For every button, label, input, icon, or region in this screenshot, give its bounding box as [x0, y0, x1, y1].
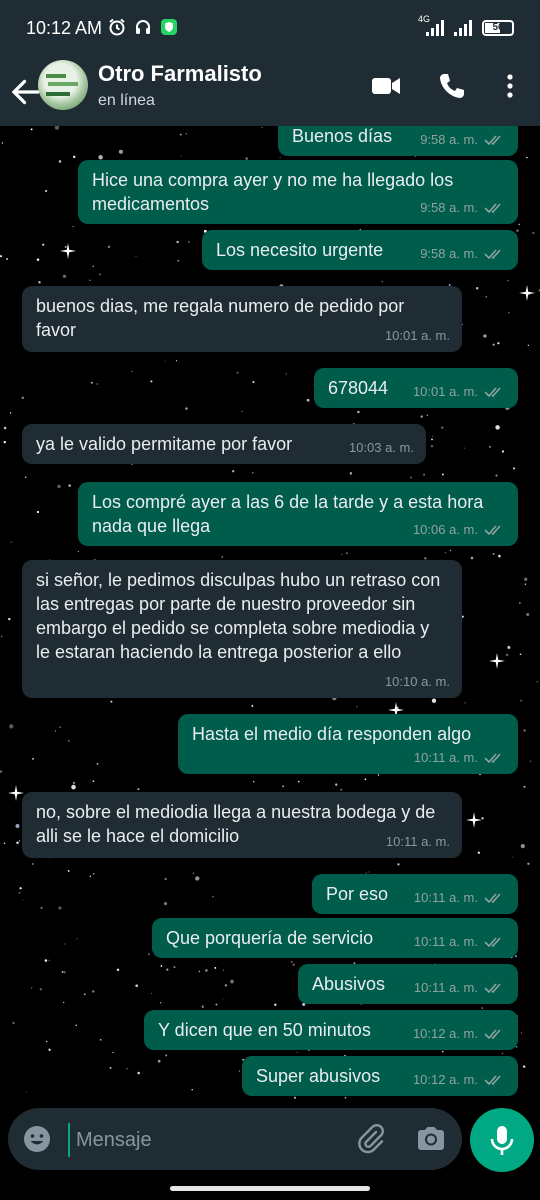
message-bubble-incoming[interactable]: no, sobre el mediodia llega a nuestra bo…: [22, 792, 462, 858]
chat-header: Otro Farmalisto en línea: [0, 60, 540, 126]
message-bubble-outgoing[interactable]: Hice una compra ayer y no me ha llegado …: [78, 160, 518, 224]
message-bubble-outgoing[interactable]: Los necesito urgente 9:58 a. m.: [202, 230, 518, 270]
phone-icon[interactable]: [436, 70, 468, 102]
message-time: 10:03 a. m.: [348, 440, 414, 455]
message-time: 10:01 a. m.: [384, 328, 450, 343]
headset-icon: [136, 20, 150, 34]
attach-icon[interactable]: [354, 1122, 388, 1156]
message-bubble-incoming[interactable]: buenos dias, me regala numero de pedido …: [22, 286, 462, 352]
read-ticks-icon: [484, 937, 501, 948]
message-bubble-outgoing[interactable]: Super abusivos 10:12 a. m.: [242, 1056, 518, 1096]
contact-name[interactable]: Otro Farmalisto: [98, 61, 262, 87]
emoji-icon[interactable]: [22, 1124, 52, 1154]
message-bubble-outgoing[interactable]: Hasta el medio día responden algo 10:11 …: [178, 714, 518, 774]
message-composer: [8, 1108, 462, 1170]
message-bubble-incoming[interactable]: si señor, le pedimos disculpas hubo un r…: [22, 560, 462, 698]
read-ticks-icon: [484, 983, 501, 994]
avatar[interactable]: [38, 60, 88, 110]
read-ticks-icon: [484, 135, 501, 146]
chat-area[interactable]: Buenos días 9:58 a. m. Hice una compra a…: [0, 126, 540, 1106]
camera-icon[interactable]: [414, 1122, 448, 1156]
network-type: 4G: [418, 14, 431, 24]
message-time: 9:58 a. m.: [420, 132, 478, 147]
message-text: Hasta el medio día responden algo: [192, 724, 472, 744]
read-ticks-icon: [484, 1075, 501, 1086]
message-input[interactable]: [68, 1123, 338, 1157]
message-bubble-outgoing[interactable]: 678044 10:01 a. m.: [314, 368, 518, 408]
message-bubble-outgoing[interactable]: Abusivos 10:11 a. m.: [298, 964, 518, 1004]
message-time: 10:06 a. m.: [412, 522, 478, 537]
read-ticks-icon: [484, 525, 501, 536]
battery-icon: 56: [482, 20, 514, 36]
shield-icon: [161, 19, 177, 35]
status-bar: 10:12 AM 4G 56: [0, 0, 540, 60]
presence-status: en línea: [98, 92, 155, 109]
message-time: 10:12 a. m.: [412, 1026, 478, 1041]
more-vert-icon[interactable]: [494, 70, 526, 102]
video-call-icon[interactable]: [370, 70, 402, 102]
mic-button[interactable]: [470, 1108, 534, 1172]
read-ticks-icon: [484, 893, 501, 904]
read-ticks-icon: [484, 387, 501, 398]
message-bubble-outgoing[interactable]: Buenos días 9:58 a. m.: [278, 126, 518, 156]
battery-percent: 56: [492, 22, 504, 33]
read-ticks-icon: [484, 249, 501, 260]
message-bubble-incoming[interactable]: ya le valido permitame por favor 10:03 a…: [22, 424, 426, 464]
message-bubble-outgoing[interactable]: Los compré ayer a las 6 de la tarde y a …: [78, 482, 518, 546]
message-time: 10:01 a. m.: [412, 384, 478, 399]
message-time: 10:11 a. m.: [413, 934, 478, 949]
mic-icon: [490, 1126, 514, 1155]
message-time: 10:11 a. m.: [385, 834, 450, 849]
alarm-icon: [109, 18, 125, 36]
message-time: 9:58 a. m.: [420, 200, 478, 215]
read-ticks-icon: [484, 203, 501, 214]
home-indicator: [170, 1186, 370, 1191]
message-bubble-outgoing[interactable]: Por eso 10:11 a. m.: [312, 874, 518, 914]
message-bubble-outgoing[interactable]: Y dicen que en 50 minutos 10:12 a. m.: [144, 1010, 518, 1050]
message-time: 9:58 a. m.: [420, 246, 478, 261]
read-ticks-icon: [484, 1029, 501, 1040]
status-time: 10:12 AM: [26, 18, 103, 38]
message-text: si señor, le pedimos disculpas hubo un r…: [36, 570, 441, 662]
message-time: 10:11 a. m.: [413, 890, 478, 905]
message-time: 10:11 a. m.: [413, 980, 478, 995]
message-time: 10:11 a. m.: [413, 750, 478, 765]
read-ticks-icon: [484, 753, 501, 764]
signal-icon-2: [454, 20, 472, 36]
message-time: 10:12 a. m.: [412, 1072, 478, 1087]
message-time: 10:10 a. m.: [384, 674, 450, 689]
message-bubble-outgoing[interactable]: Que porquería de servicio 10:11 a. m.: [152, 918, 518, 958]
